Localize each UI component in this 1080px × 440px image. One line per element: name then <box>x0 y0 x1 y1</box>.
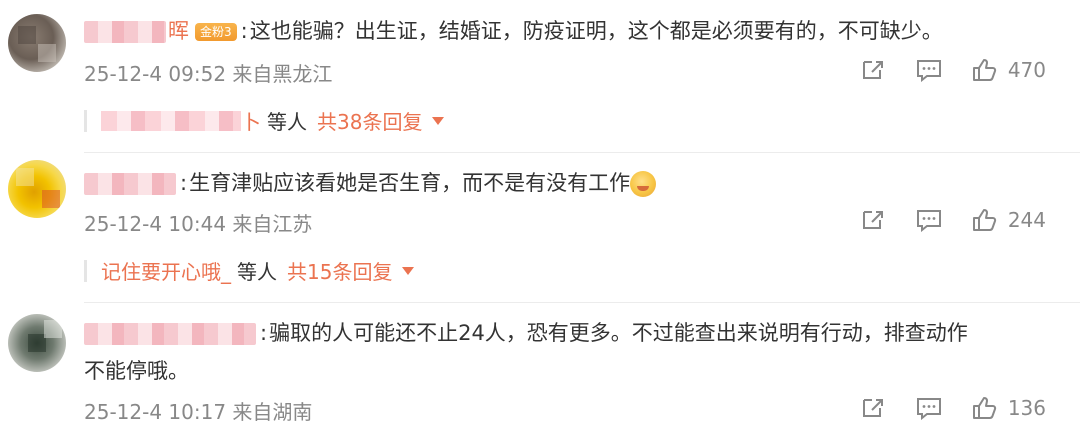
avatar[interactable] <box>8 314 66 372</box>
comment-text-line-2: 不能停哦。 <box>84 359 189 383</box>
divider <box>84 302 1080 303</box>
like-count: 244 <box>1007 208 1046 232</box>
comment-header: 晖金粉3:这也能骗？出生证，结婚证，防疫证明，这个都是必须要有的，不可缺少。 <box>84 16 943 46</box>
comment-icon <box>916 398 941 420</box>
avatar[interactable] <box>8 14 66 72</box>
comment-actions: 244 <box>830 208 1046 232</box>
like-count: 136 <box>1007 396 1046 420</box>
caret-down-icon[interactable] <box>432 116 445 125</box>
username-blurred[interactable] <box>84 21 166 43</box>
reply-bar <box>84 259 87 282</box>
reply-others-label: 等人 <box>237 260 277 284</box>
comment-button[interactable] <box>916 208 942 232</box>
reply-count-link[interactable]: 共38条回复 <box>317 106 422 135</box>
comment-location: 来自黑龙江 <box>232 62 333 86</box>
fan-badge[interactable]: 金粉3 <box>195 23 237 41</box>
share-icon <box>862 211 883 229</box>
username-blurred[interactable] <box>84 173 176 195</box>
colon-separator: : <box>260 321 268 345</box>
share-icon <box>862 61 883 79</box>
reply-summary[interactable]: 卜 等人 共38条回复 <box>84 106 445 135</box>
comment-time: 25-12-4 09:52 <box>84 62 227 86</box>
comment-header: :骗取的人可能还不止24人，恐有更多。不过能查出来说明有行动，排查动作 <box>84 318 968 348</box>
like-button[interactable]: 470 <box>972 58 1046 82</box>
reply-username[interactable]: 记住要开心哦_ <box>101 256 231 285</box>
comment-actions: 136 <box>830 396 1046 420</box>
laughing-face-emoji-icon <box>630 171 657 197</box>
colon-separator: : <box>180 171 188 195</box>
caret-down-icon[interactable] <box>402 266 415 275</box>
comment-text-continued: 不能停哦。 <box>84 356 189 386</box>
colon-separator: : <box>240 19 248 43</box>
divider <box>84 152 1080 153</box>
share-icon <box>862 399 883 417</box>
share-button[interactable] <box>860 208 886 232</box>
reply-others-label: 等人 <box>267 110 307 134</box>
reply-summary[interactable]: 记住要开心哦_ 等人 共15条回复 <box>84 256 415 285</box>
comment-text-line-1: 骗取的人可能还不止24人，恐有更多。不过能查出来说明有行动，排查动作 <box>269 321 968 345</box>
comment-meta: 25-12-4 10:44 来自江苏 <box>84 208 312 237</box>
username-tail[interactable]: 晖 <box>168 19 189 43</box>
comment-location: 来自江苏 <box>232 212 313 236</box>
like-button[interactable]: 136 <box>972 396 1046 420</box>
share-button[interactable] <box>860 396 886 420</box>
reply-username-blurred[interactable] <box>101 110 241 131</box>
comment-meta: 25-12-4 09:52 来自黑龙江 <box>84 58 332 87</box>
avatar[interactable] <box>8 160 66 218</box>
like-count: 470 <box>1007 58 1046 82</box>
reply-bar <box>84 109 87 132</box>
comment-icon <box>916 60 941 82</box>
like-button[interactable]: 244 <box>972 208 1046 232</box>
comment-header: :生育津贴应该看她是否生育，而不是有没有工作 <box>84 168 657 198</box>
like-icon <box>972 209 996 231</box>
comment-time: 25-12-4 10:17 <box>84 400 227 424</box>
comment-button[interactable] <box>916 396 942 420</box>
comment-actions: 470 <box>830 58 1046 82</box>
share-button[interactable] <box>860 58 886 82</box>
like-icon <box>972 397 996 419</box>
comment-text: 生育津贴应该看她是否生育，而不是有没有工作 <box>189 171 631 195</box>
comment-icon <box>916 210 941 232</box>
comment-meta: 25-12-4 10:17 来自湖南 <box>84 396 312 425</box>
reply-username-tail[interactable]: 卜 <box>241 106 261 135</box>
comment-location: 来自湖南 <box>232 400 313 424</box>
username-blurred[interactable] <box>84 323 256 345</box>
comment-text: 这也能骗？出生证，结婚证，防疫证明，这个都是必须要有的，不可缺少。 <box>249 19 943 43</box>
like-icon <box>972 59 996 81</box>
comment-time: 25-12-4 10:44 <box>84 212 227 236</box>
comment-button[interactable] <box>916 58 942 82</box>
reply-count-link[interactable]: 共15条回复 <box>287 256 392 285</box>
